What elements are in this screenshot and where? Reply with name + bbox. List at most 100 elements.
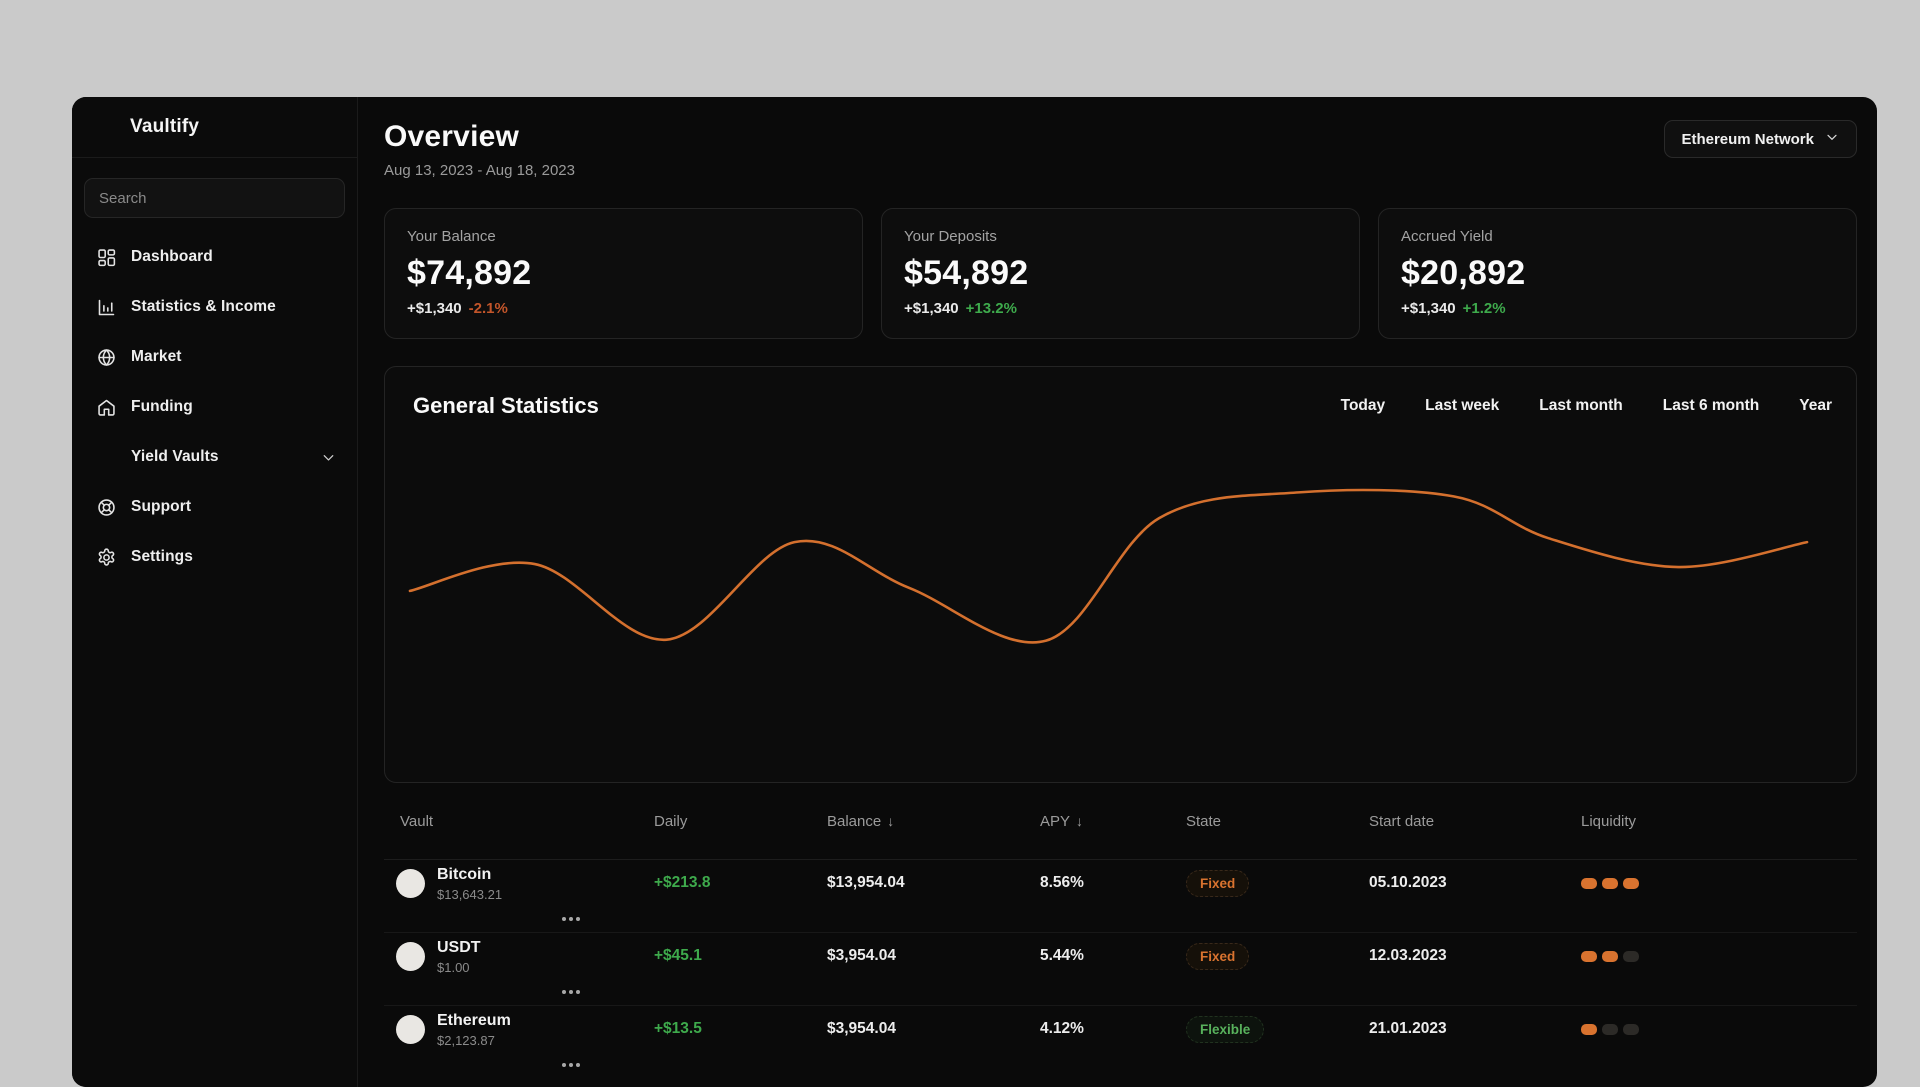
stat-card: Your Balance $74,892 +$1,340 -2.1%: [384, 208, 863, 339]
column-header-liquidity: Liquidity: [1581, 812, 1637, 830]
lifebuoy-icon: [96, 497, 117, 518]
state-cell: Fixed: [1186, 869, 1369, 897]
state-badge: Fixed: [1186, 869, 1250, 897]
app-window: Vaultify Dashboard Statistics & Income M…: [72, 97, 1877, 1087]
chart-line-series: [408, 488, 1809, 644]
sort-desc-icon: ↓: [887, 813, 895, 829]
liquidity-pill: [1623, 1023, 1639, 1035]
liquidity-pill: [1581, 877, 1597, 889]
vault-name: USDT: [437, 938, 481, 956]
row-menu-icon[interactable]: [560, 911, 582, 927]
sidebar-item-dashboard[interactable]: Dashboard: [72, 232, 357, 282]
balance-cell: $13,954.04: [827, 874, 905, 892]
liquidity-pill: [1602, 950, 1618, 962]
sidebar-item-label: Yield Vaults: [131, 448, 219, 465]
stat-card-value: $74,892: [407, 254, 532, 292]
stat-card: Accrued Yield $20,892 +$1,340 +1.2%: [1378, 208, 1857, 339]
state-cell: Flexible: [1186, 1015, 1369, 1043]
dashboard-icon: [96, 247, 117, 268]
balance-cell: $3,954.04: [827, 947, 896, 965]
globe-icon: [96, 347, 117, 368]
date-range: Aug 13, 2023 - Aug 18, 2023: [384, 162, 575, 179]
stat-card-value: $54,892: [904, 254, 1029, 292]
stat-cards-row: Your Balance $74,892 +$1,340 -2.1% Your …: [384, 208, 1857, 339]
sidebar-item-settings[interactable]: Settings: [72, 532, 357, 582]
more-cell: [384, 1057, 654, 1073]
gear-icon: [96, 547, 117, 568]
vault-price: $13,643.21: [437, 886, 503, 902]
table-row-bitcoin[interactable]: Bitcoin $13,643.21 +$213.8 $13,954.04 8.…: [384, 860, 1857, 932]
column-header-apy[interactable]: APY ↓: [1040, 813, 1186, 830]
desktop-background: Vaultify Dashboard Statistics & Income M…: [0, 0, 1920, 1087]
sidebar-item-statistics-income[interactable]: Statistics & Income: [72, 282, 357, 332]
stat-card: Your Deposits $54,892 +$1,340 +13.2%: [881, 208, 1360, 339]
state-badge: Fixed: [1186, 942, 1250, 970]
brand-name: Vaultify: [130, 116, 200, 137]
column-header-vault: Vault: [400, 812, 434, 830]
stat-card-delta: +$1,340: [1401, 300, 1456, 317]
sidebar-item-funding[interactable]: Funding: [72, 382, 357, 432]
table-body: Bitcoin $13,643.21 +$213.8 $13,954.04 8.…: [384, 860, 1857, 1078]
daily-cell: +$13.5: [654, 1020, 702, 1038]
sidebar-item-label: Dashboard: [131, 248, 213, 265]
vault-price: $1.00: [437, 959, 470, 975]
stat-card-label: Your Deposits: [904, 228, 997, 245]
main-content: Overview Aug 13, 2023 - Aug 18, 2023 Eth…: [358, 97, 1877, 1087]
liquidity-cell: [1581, 877, 1857, 889]
table-row-ethereum[interactable]: Ethereum $2,123.87 +$13.5 $3,954.04 4.12…: [384, 1006, 1857, 1078]
row-menu-icon[interactable]: [560, 984, 582, 1000]
table-header-row: Vault Daily Balance ↓ APY ↓ State Start …: [384, 783, 1857, 859]
general-statistics-card: General Statistics Today Last week Last …: [384, 366, 1857, 783]
liquidity-pill: [1623, 877, 1639, 889]
stat-card-delta: +$1,340: [904, 300, 959, 317]
liquidity-cell: [1581, 950, 1857, 962]
stat-card-change: +1.2%: [1462, 300, 1506, 317]
liquidity-pill: [1581, 1023, 1597, 1035]
sidebar-item-label: Support: [131, 498, 192, 515]
balance-cell: $3,954.04: [827, 1020, 896, 1038]
vaults-table: Vault Daily Balance ↓ APY ↓ State Start …: [384, 783, 1857, 1078]
row-menu-icon[interactable]: [560, 1057, 582, 1073]
brand-logo: Vaultify: [72, 97, 357, 158]
stat-card-change: +13.2%: [965, 300, 1017, 317]
more-cell: [384, 911, 654, 927]
start-date-cell: 05.10.2023: [1369, 874, 1447, 892]
title-block: Overview Aug 13, 2023 - Aug 18, 2023: [384, 120, 575, 179]
column-header-start-date: Start date: [1369, 812, 1435, 830]
vault-avatar: [396, 868, 425, 898]
column-header-balance[interactable]: Balance ↓: [827, 813, 1040, 830]
stat-card-delta-row: +$1,340 -2.1%: [407, 300, 840, 317]
chevron-down-icon: [1824, 129, 1840, 149]
state-cell: Fixed: [1186, 942, 1369, 970]
vault-name: Ethereum: [437, 1011, 511, 1029]
vault-name: Bitcoin: [437, 865, 492, 883]
sidebar-item-market[interactable]: Market: [72, 332, 357, 382]
sidebar-item-label: Funding: [131, 398, 193, 415]
apy-cell: 8.56%: [1040, 874, 1084, 892]
start-date-cell: 12.03.2023: [1369, 947, 1447, 965]
vault-cell: USDT $1.00: [384, 938, 654, 975]
main-header: Overview Aug 13, 2023 - Aug 18, 2023 Eth…: [384, 120, 1857, 179]
stat-card-delta: +$1,340: [407, 300, 462, 317]
sidebar-item-yield-vaults[interactable]: Yield Vaults: [72, 432, 357, 482]
stat-card-value: $20,892: [1401, 254, 1526, 292]
column-header-daily: Daily: [654, 812, 688, 830]
sidebar-item-label: Settings: [131, 548, 193, 565]
vault-avatar: [396, 1014, 425, 1044]
liquidity-pill: [1623, 950, 1639, 962]
liquidity-pill: [1581, 950, 1597, 962]
liquidity-cell: [1581, 1023, 1857, 1035]
search-wrap: [84, 178, 345, 218]
sidebar-item-support[interactable]: Support: [72, 482, 357, 532]
liquidity-pill: [1602, 1023, 1618, 1035]
network-selector-button[interactable]: Ethereum Network: [1664, 120, 1857, 158]
daily-cell: +$213.8: [654, 874, 711, 892]
search-input[interactable]: [84, 178, 345, 218]
home-icon: [96, 397, 117, 418]
table-row-usdt[interactable]: USDT $1.00 +$45.1 $3,954.04 5.44% Fixed …: [384, 933, 1857, 1005]
vault-cell: Ethereum $2,123.87: [384, 1011, 654, 1048]
start-date-cell: 21.01.2023: [1369, 1020, 1447, 1038]
stat-card-label: Accrued Yield: [1401, 228, 1493, 245]
vault-cell: Bitcoin $13,643.21: [384, 865, 654, 902]
sidebar: Vaultify Dashboard Statistics & Income M…: [72, 97, 358, 1087]
